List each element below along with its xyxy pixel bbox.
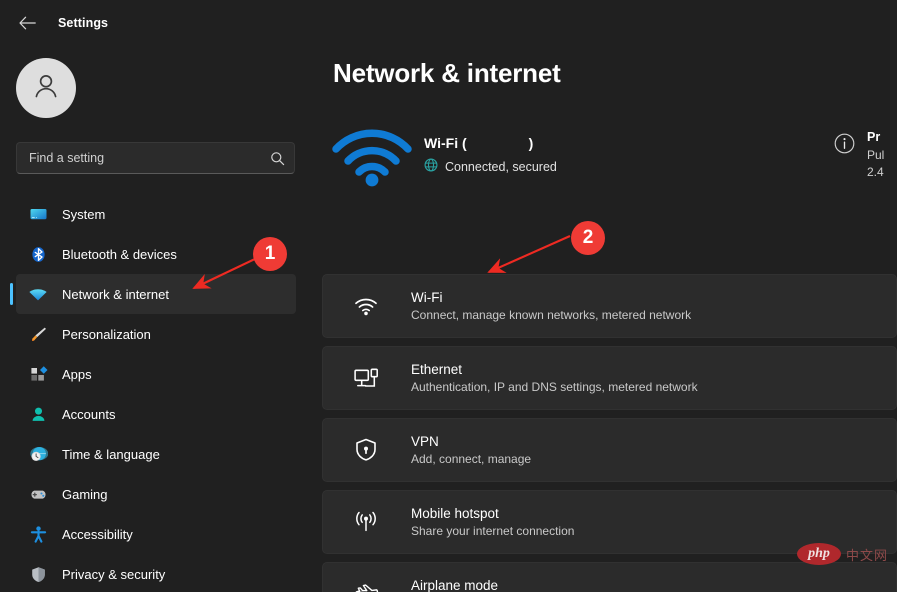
page-title: Network & internet: [333, 58, 561, 88]
sidebar-item-label: Apps: [62, 366, 92, 382]
sidebar-item-network-internet[interactable]: Network & internet: [10, 274, 296, 314]
properties-line-1: Pul: [867, 148, 885, 162]
card-wifi[interactable]: Wi-Fi Connect, manage known networks, me…: [322, 274, 897, 338]
wifi-signal-icon: [324, 123, 420, 187]
watermark: php 中文网: [797, 543, 888, 565]
sidebar-item-personalization[interactable]: Personalization: [16, 314, 296, 354]
network-name-suffix: ): [528, 135, 534, 151]
network-status-summary: Wi-Fi ( ) Connected, secured Pr Pul 2.4: [324, 112, 897, 198]
card-subtitle: Authentication, IP and DNS settings, met…: [411, 380, 698, 394]
sidebar-item-label: Personalization: [62, 326, 151, 342]
back-button[interactable]: [12, 8, 42, 38]
person-icon: [28, 404, 48, 424]
card-subtitle: Add, connect, manage: [411, 452, 532, 466]
watermark-suffix: 中文网: [846, 547, 889, 563]
sidebar-item-label: Accounts: [62, 406, 116, 422]
wifi-icon: [28, 284, 48, 304]
ethernet-icon: [351, 363, 381, 393]
properties-line-2: 2.4: [867, 165, 884, 179]
sidebar-item-accessibility[interactable]: Accessibility: [16, 514, 296, 554]
card-ethernet[interactable]: Ethernet Authentication, IP and DNS sett…: [322, 346, 897, 410]
card-title: Mobile hotspot: [411, 506, 499, 521]
sidebar-item-gaming[interactable]: Gaming: [16, 474, 296, 514]
hotspot-icon: [351, 507, 381, 537]
card-title: VPN: [411, 434, 439, 449]
sidebar-item-time-language[interactable]: Time & language: [16, 434, 296, 474]
search-input[interactable]: [29, 151, 270, 165]
wifi-icon: [351, 291, 381, 321]
sidebar-item-label: Time & language: [62, 446, 160, 462]
sidebar-item-system[interactable]: System: [16, 194, 296, 234]
title-bar: Settings: [0, 0, 897, 46]
bluetooth-icon: [28, 244, 48, 264]
clock-globe-icon: [28, 444, 48, 464]
search-icon: [270, 151, 285, 166]
globe-icon: [424, 158, 438, 175]
main-content: Network & internet Wi-Fi ( ) Connected, …: [318, 46, 897, 592]
sidebar-item-bluetooth-devices[interactable]: Bluetooth & devices: [16, 234, 296, 274]
vpn-shield-lock-icon: [351, 435, 381, 465]
card-title: Wi-Fi: [411, 290, 443, 305]
network-name-redacted: [467, 136, 529, 148]
card-airplane-mode[interactable]: Airplane mode Stop wireless communicatio…: [322, 562, 897, 592]
sidebar-item-privacy-security[interactable]: Privacy & security: [16, 554, 296, 592]
card-title: Airplane mode: [411, 578, 499, 592]
network-name-prefix: Wi-Fi (: [424, 135, 467, 151]
sidebar-item-apps[interactable]: Apps: [16, 354, 296, 394]
network-name: Wi-Fi ( ): [424, 135, 897, 151]
gamepad-icon: [28, 484, 48, 504]
user-avatar-icon: [29, 69, 63, 108]
sidebar-item-accounts[interactable]: Accounts: [16, 394, 296, 434]
info-icon[interactable]: [834, 130, 855, 159]
sidebar-nav: System Bluetooth & devices Network & int…: [0, 194, 318, 592]
sidebar: System Bluetooth & devices: [0, 46, 318, 592]
monitor-icon: [28, 204, 48, 224]
network-properties[interactable]: Pr Pul 2.4: [834, 130, 897, 179]
paintbrush-icon: [28, 324, 48, 344]
watermark-brand: php: [797, 543, 841, 565]
card-title: Ethernet: [411, 362, 463, 377]
sidebar-item-label: System: [62, 206, 106, 222]
sidebar-item-label: Network & internet: [62, 286, 169, 302]
settings-window: Settings Find a setting System Bluetooth…: [0, 0, 897, 592]
sidebar-item-label: Privacy & security: [62, 566, 166, 582]
accessibility-icon: [28, 524, 48, 544]
sidebar-item-label: Gaming: [62, 486, 108, 502]
card-subtitle: Connect, manage known networks, metered …: [411, 308, 692, 322]
sidebar-item-label: Accessibility: [62, 526, 133, 542]
sidebar-item-label: Bluetooth & devices: [62, 246, 177, 262]
connection-status: Connected, secured: [424, 158, 897, 175]
back-arrow-icon: [18, 16, 36, 30]
apps-icon: [28, 364, 48, 384]
search-box[interactable]: [16, 142, 295, 174]
connection-status-text: Connected, secured: [445, 159, 557, 174]
airplane-icon: [351, 579, 381, 592]
card-vpn[interactable]: VPN Add, connect, manage: [322, 418, 897, 482]
avatar[interactable]: [16, 58, 76, 118]
properties-title: Pr: [867, 130, 881, 144]
shield-icon: [28, 564, 48, 584]
card-subtitle: Share your internet connection: [411, 524, 575, 538]
app-title: Settings: [58, 16, 109, 30]
